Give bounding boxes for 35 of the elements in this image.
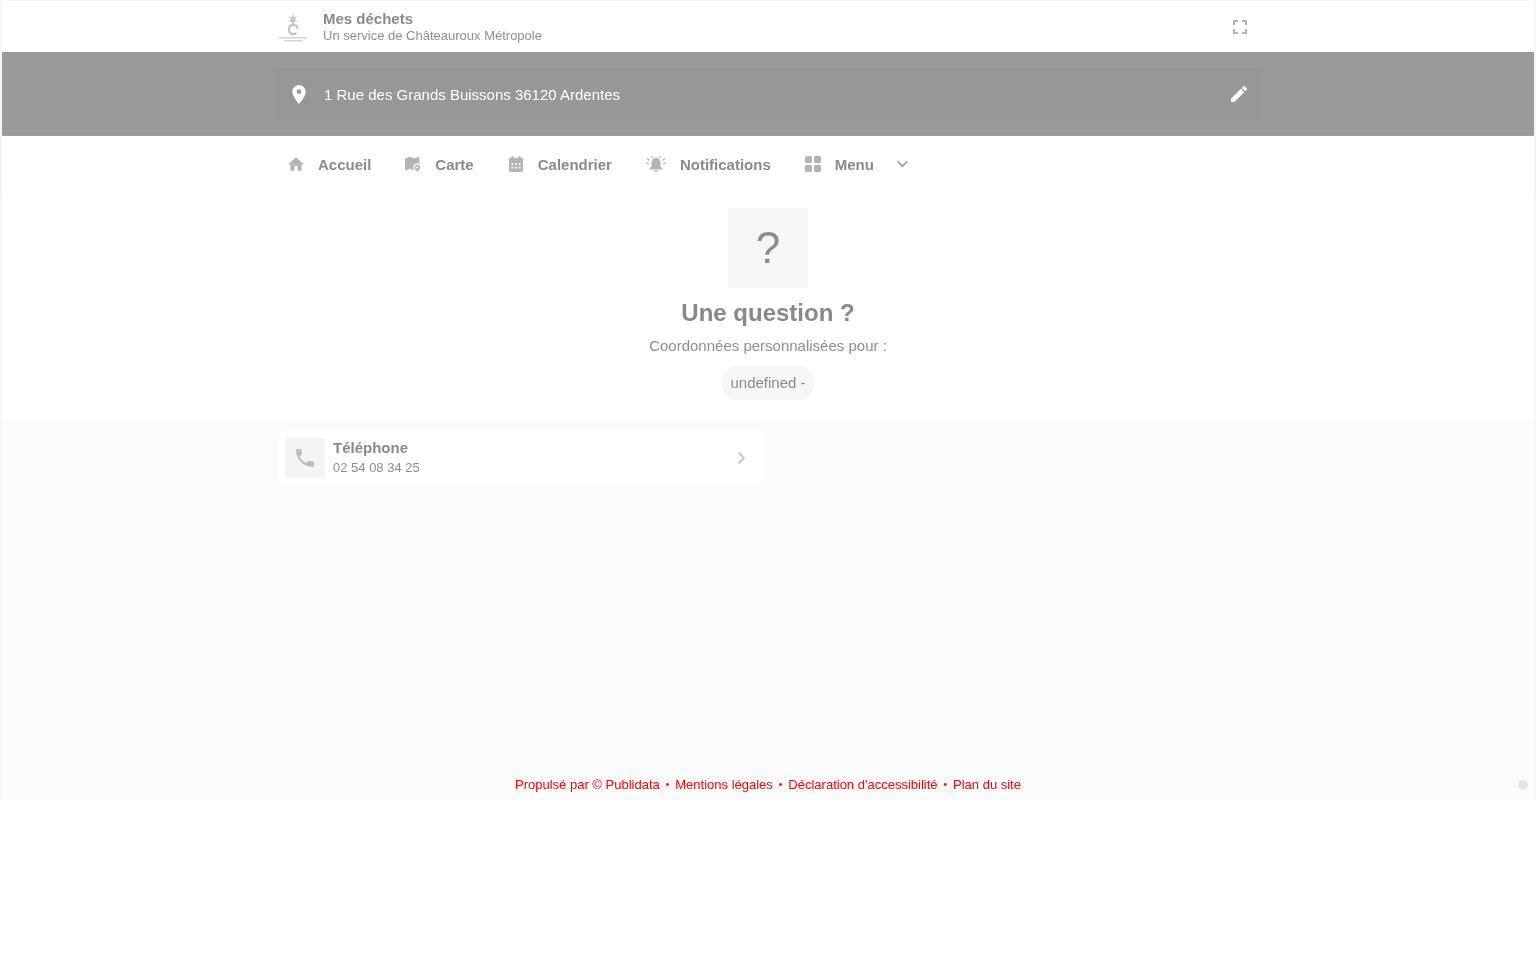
question-subtitle: Coordonnées personnalisées pour : (649, 337, 887, 355)
address-tag: undefined - (721, 366, 815, 400)
nav-link[interactable]: Notifications (645, 155, 771, 173)
menu-button[interactable]: Menu (804, 155, 909, 173)
edit-button[interactable] (1231, 86, 1247, 102)
chevron-right-icon (737, 451, 746, 465)
location-pin-icon (292, 84, 306, 104)
footer-link[interactable]: Plan du site (953, 777, 1021, 792)
footer-link[interactable]: Mentions légales (675, 777, 773, 792)
nav-link[interactable]: Accueil (288, 155, 372, 173)
phone-contact-card[interactable]: Téléphone 02 54 08 34 25 (278, 430, 764, 486)
question-title: Une question ? (681, 298, 855, 328)
contact-label: Téléphone (333, 438, 409, 458)
footer-link[interactable]: Déclaration d'accessibilité (788, 777, 938, 792)
footer-separator: • (943, 779, 948, 790)
fullscreen-button[interactable] (1233, 19, 1247, 34)
nav-link[interactable]: Carte (405, 155, 474, 173)
app-title: Mes déchets (323, 9, 415, 27)
nav-link[interactable]: Calendrier (507, 155, 612, 173)
grid-icon (804, 156, 821, 172)
bell-icon (645, 155, 666, 173)
calendar-icon (507, 156, 524, 172)
chevron-down-icon (895, 160, 909, 168)
address-text: 1 Rue des Grands Buissons 36120 Ardentes (324, 85, 622, 103)
home-icon (288, 156, 304, 172)
footer-separator: • (778, 779, 783, 790)
app-subtitle: Un service de Châteauroux Métropole (323, 26, 542, 44)
footer-separator: • (665, 779, 670, 790)
map-icon (405, 156, 422, 172)
question-mark-icon: ? (728, 208, 808, 288)
footer-link[interactable]: Propulsé par © Publidata (515, 777, 660, 792)
phone-number: 02 54 08 34 25 (333, 459, 421, 477)
pencil-icon (1231, 86, 1247, 102)
phone-icon (285, 438, 325, 478)
fullscreen-icon (1233, 19, 1247, 34)
